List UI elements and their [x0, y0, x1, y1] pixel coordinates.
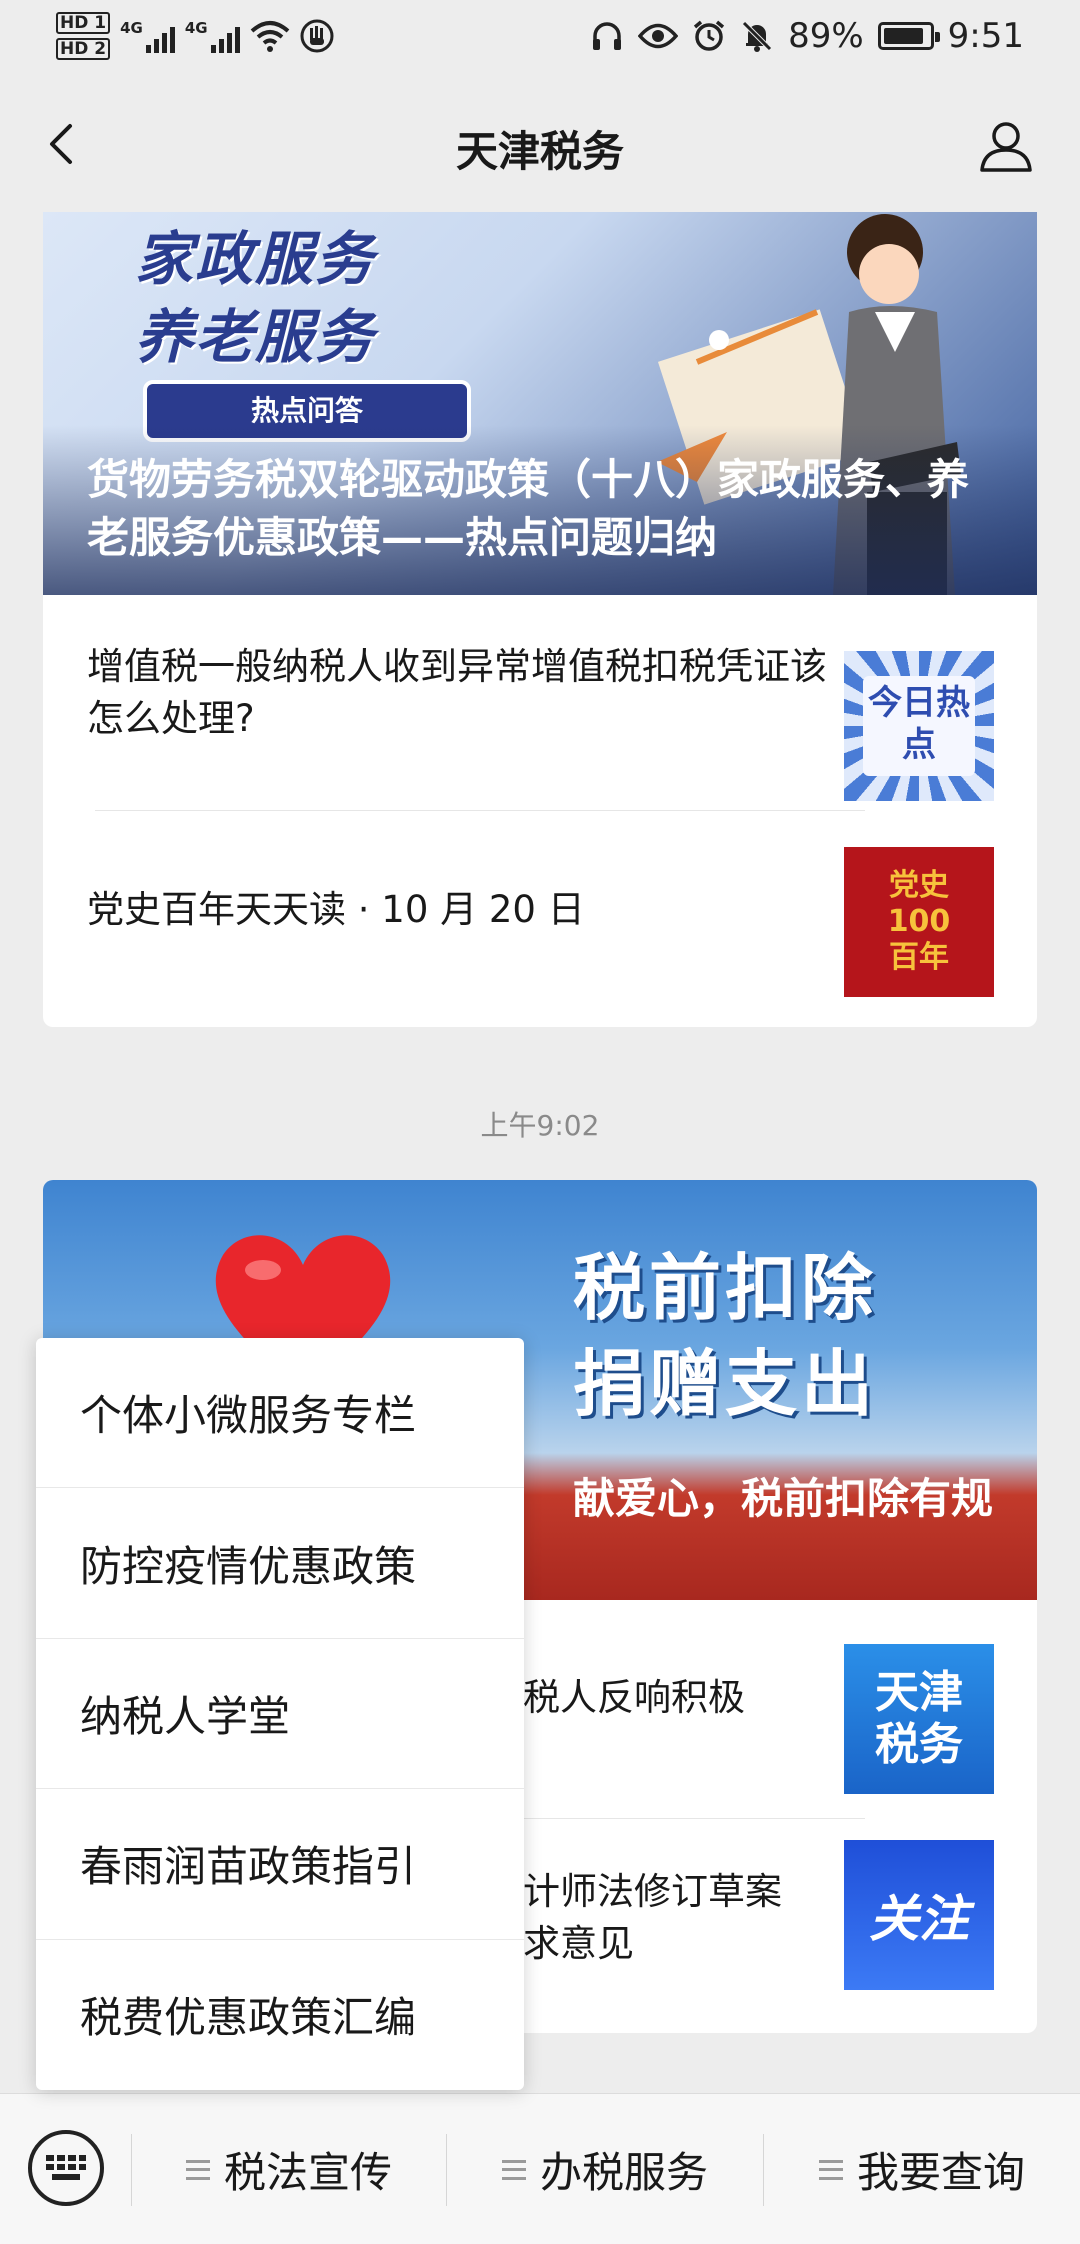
- banner-headline: 税前扣除 捐赠支出: [573, 1240, 877, 1432]
- news-thumbnail: 天津税务: [844, 1644, 994, 1794]
- network-type-2: 4G: [184, 19, 208, 37]
- news-thumbnail: 关注: [844, 1840, 994, 1990]
- bottom-menu-bar: 税法宣传 办税服务 我要查询: [0, 2093, 1080, 2244]
- thumb-label: 今日热点: [863, 676, 975, 776]
- banner-headline-line2: 养老服务: [135, 303, 376, 371]
- list-item[interactable]: 增值税一般纳税人收到异常增值税扣税凭证该怎么处理? 今日热点: [43, 595, 1037, 801]
- page-title: 天津税务: [455, 127, 624, 176]
- headphones-icon: [593, 22, 622, 50]
- news-thumbnail: 党史 100 百年: [844, 847, 994, 997]
- banner-caption: 货物劳务税双轮驱动政策（十八）家政服务、养老服务优惠政策——热点问题归纳: [87, 455, 970, 562]
- submenu-popup: 个体小微服务专栏 防控疫情优惠政策 纳税人学堂 春雨润苗政策指引 税费优惠政策汇…: [36, 1338, 524, 2090]
- battery-icon: [877, 22, 940, 50]
- banner-headline-line1: 家政服务: [135, 225, 376, 293]
- keyboard-toggle-button[interactable]: [28, 2130, 104, 2206]
- menu-tab-label: 办税服务: [539, 2148, 708, 2197]
- submenu-item-taxpayer-school[interactable]: 纳税人学堂: [36, 1639, 524, 1790]
- news-title-line1: 计师法修订草案: [523, 1869, 782, 1913]
- submenu-item-policy-compilation[interactable]: 税费优惠政策汇编: [36, 1940, 524, 2090]
- news-title-line2: 求意见: [523, 1921, 634, 1965]
- alarm-icon: [693, 20, 725, 51]
- menu-lines-icon: [185, 2159, 210, 2180]
- thumb-label: 关注: [869, 1890, 969, 1948]
- hd1-label: HD 1: [56, 12, 111, 34]
- keyboard-icon: [46, 2155, 86, 2180]
- submenu-item-policy-guide[interactable]: 春雨润苗政策指引: [36, 1789, 524, 1940]
- hand-icon: [300, 19, 334, 53]
- menu-lines-icon: [818, 2159, 843, 2180]
- menu-tab-tax-law[interactable]: 税法宣传: [132, 2094, 446, 2244]
- battery-percent: 89%: [788, 16, 864, 56]
- clock: 9:51: [947, 16, 1024, 56]
- eye-icon: [638, 23, 679, 49]
- menu-tab-label: 税法宣传: [223, 2148, 392, 2197]
- menu-lines-icon: [501, 2159, 526, 2180]
- list-item[interactable]: 党史百年天天读 · 10 月 20 日 党史 100 百年: [43, 812, 1037, 1007]
- menu-tab-tax-service[interactable]: 办税服务: [447, 2094, 763, 2244]
- signal-icon-2: 4G: [185, 19, 240, 53]
- thumb-label-2: 100: [887, 904, 951, 939]
- status-right: 89% 9:51: [590, 16, 1024, 56]
- menu-tab-query[interactable]: 我要查询: [764, 2094, 1080, 2244]
- article-card-1: 家政服务 养老服务 热点问答 货物劳务税双轮驱动政策（十八）家政服务、养老服务优…: [43, 212, 1037, 1027]
- menu-tab-label: 我要查询: [856, 2148, 1025, 2197]
- news-thumbnail: 今日热点: [844, 651, 994, 801]
- signal-icon: 4G: [120, 19, 175, 53]
- hd-indicator: HD 1 HD 2: [56, 12, 111, 60]
- banner-headline: 家政服务 养老服务: [135, 220, 375, 376]
- divider: [95, 810, 865, 811]
- news-title: 税人反响积极: [523, 1675, 745, 1719]
- submenu-item-small-business[interactable]: 个体小微服务专栏: [36, 1338, 524, 1489]
- status-left: HD 1 HD 2 4G 4G: [56, 12, 334, 60]
- news-title: 增值税一般纳税人收到异常增值税扣税凭证该怎么处理?: [87, 644, 827, 740]
- article-banner-1[interactable]: 家政服务 养老服务 热点问答 货物劳务税双轮驱动政策（十八）家政服务、养老服务优…: [43, 212, 1037, 595]
- banner-headline-line1: 税前扣除: [573, 1246, 878, 1330]
- nav-bar: 天津税务: [0, 80, 1080, 212]
- mute-bell-icon: [742, 21, 772, 52]
- message-timestamp: 上午9:02: [480, 1109, 600, 1142]
- news-title: 党史百年天天读 · 10 月 20 日: [87, 887, 585, 931]
- submenu-item-epidemic-policy[interactable]: 防控疫情优惠政策: [36, 1488, 524, 1639]
- wifi-icon: [250, 21, 289, 52]
- thumb-label: 天津税务: [875, 1667, 963, 1770]
- news-title: 计师法修订草案 求意见: [523, 1866, 863, 1970]
- thumb-label-1: 党史: [889, 868, 949, 903]
- hd2-label: HD 2: [56, 38, 111, 60]
- banner-headline-line2: 捐赠支出: [573, 1342, 878, 1426]
- status-bar: HD 1 HD 2 4G 4G 89% 9:51: [0, 0, 1080, 80]
- network-type-1: 4G: [120, 19, 143, 37]
- user-icon[interactable]: [976, 116, 1036, 176]
- thumb-label-3: 百年: [889, 940, 949, 975]
- banner-caption: 献爱心，税前扣除有规: [572, 1474, 993, 1523]
